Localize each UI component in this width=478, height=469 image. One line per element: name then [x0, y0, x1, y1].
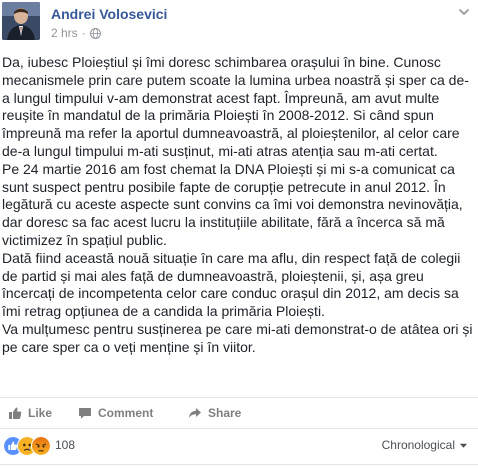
post-paragraph: Pe 24 martie 2016 am fost chemat la DNA … [2, 160, 463, 248]
post-header: Andrei Volosevici 2 hrs · [2, 2, 478, 42]
divider [0, 464, 478, 465]
caret-down-icon [459, 443, 468, 448]
post-paragraph: Va mulțumesc pentru susținerea pe care m… [2, 320, 473, 355]
post-paragraph: Da, iubesc Ploieștiul și îmi doresc schi… [2, 54, 469, 159]
author-avatar[interactable] [2, 2, 40, 40]
reactions-row: 108 Chronological [0, 435, 478, 457]
globe-icon[interactable] [89, 27, 101, 39]
share-button[interactable]: Share [188, 398, 241, 428]
thumbs-up-icon [9, 407, 22, 419]
sort-label: Chronological [381, 438, 455, 452]
comment-label: Comment [98, 406, 154, 420]
meta-separator: · [81, 26, 86, 40]
angry-reaction-icon [31, 436, 51, 456]
comment-sort-dropdown[interactable]: Chronological [382, 438, 468, 452]
post-body: Da, iubesc Ploieștiul și îmi doresc schi… [2, 54, 476, 357]
profile-photo [2, 2, 40, 40]
post-time[interactable]: 2 hrs [51, 26, 78, 40]
like-button[interactable]: Like [8, 398, 52, 428]
comment-icon [79, 408, 91, 419]
facebook-post: Andrei Volosevici 2 hrs · Da, iubesc Plo… [0, 0, 478, 469]
post-actions-bar: Like Comment Share [0, 397, 478, 429]
post-meta: 2 hrs · [51, 26, 101, 40]
like-label: Like [28, 406, 53, 420]
author-name[interactable]: Andrei Volosevici [51, 6, 167, 22]
comment-button[interactable]: Comment [78, 398, 153, 428]
share-label: Share [208, 406, 242, 420]
reaction-icons[interactable] [3, 436, 53, 456]
share-arrow-icon [189, 408, 201, 418]
chevron-down-icon[interactable] [458, 6, 470, 18]
post-paragraph: Dată fiind această nouă situație în care… [2, 249, 461, 320]
reaction-count[interactable]: 108 [55, 438, 75, 452]
